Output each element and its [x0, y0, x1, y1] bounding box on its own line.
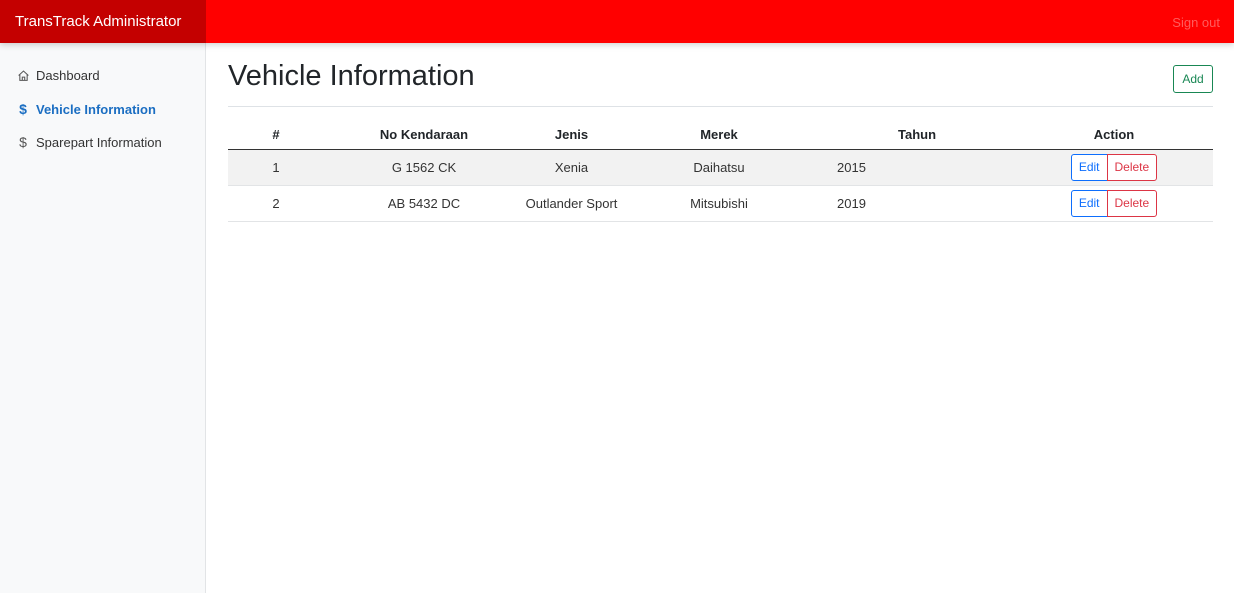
sidebar-item-sparepart-information[interactable]: $ Sparepart Information [16, 131, 162, 153]
column-header-number: # [228, 121, 324, 150]
cell-number: 1 [228, 149, 324, 186]
sign-out-link[interactable]: Sign out [1172, 0, 1220, 46]
sidebar-item-label: Vehicle Information [36, 101, 156, 117]
edit-button[interactable]: Edit [1070, 153, 1108, 181]
column-header-action: Action [1015, 121, 1213, 150]
column-header-jenis: Jenis [524, 121, 619, 150]
delete-button[interactable]: Delete [1106, 153, 1158, 181]
cell-jenis: Outlander Sport [524, 185, 619, 222]
delete-button[interactable]: Delete [1106, 189, 1158, 217]
brand-title[interactable]: TransTrack Administrator [0, 0, 206, 43]
column-header-merek: Merek [619, 121, 819, 150]
cell-number: 2 [228, 185, 324, 222]
cell-tahun: 2015 [819, 149, 1015, 186]
action-button-group: Edit Delete [1070, 153, 1158, 181]
cell-jenis: Xenia [524, 149, 619, 186]
dollar-icon: $ [19, 134, 27, 150]
cell-no-kendaraan: AB 5432 DC [324, 185, 524, 222]
sidebar-item-vehicle-information[interactable]: $ Vehicle Information [16, 98, 156, 120]
column-header-no-kendaraan: No Kendaraan [324, 121, 524, 150]
cell-no-kendaraan: G 1562 CK [324, 149, 524, 186]
cell-action: Edit Delete [1015, 149, 1213, 186]
table-header-row: # No Kendaraan Jenis Merek Tahun Action [228, 121, 1213, 150]
page-title: Vehicle Information [228, 60, 475, 92]
dollar-icon: $ [19, 101, 27, 117]
sidebar-item-label: Dashboard [36, 67, 100, 83]
vehicle-table: # No Kendaraan Jenis Merek Tahun Action … [228, 121, 1213, 222]
sidebar-item-dashboard[interactable]: Dashboard [16, 64, 100, 86]
cell-tahun: 2019 [819, 185, 1015, 222]
edit-button[interactable]: Edit [1070, 189, 1108, 217]
divider [228, 106, 1213, 107]
home-icon [16, 68, 30, 82]
cell-action: Edit Delete [1015, 185, 1213, 222]
sidebar-item-label: Sparepart Information [36, 134, 162, 150]
table-row: 1 G 1562 CK Xenia Daihatsu 2015 Edit Del… [228, 149, 1213, 186]
action-button-group: Edit Delete [1070, 189, 1158, 217]
sidebar: Dashboard $ Vehicle Information $ Sparep… [0, 43, 206, 593]
add-button[interactable]: Add [1173, 65, 1213, 93]
column-header-tahun: Tahun [819, 121, 1015, 150]
cell-merek: Daihatsu [619, 149, 819, 186]
cell-merek: Mitsubishi [619, 185, 819, 222]
top-navbar: TransTrack Administrator Sign out [0, 0, 1234, 43]
table-row: 2 AB 5432 DC Outlander Sport Mitsubishi … [228, 185, 1213, 222]
